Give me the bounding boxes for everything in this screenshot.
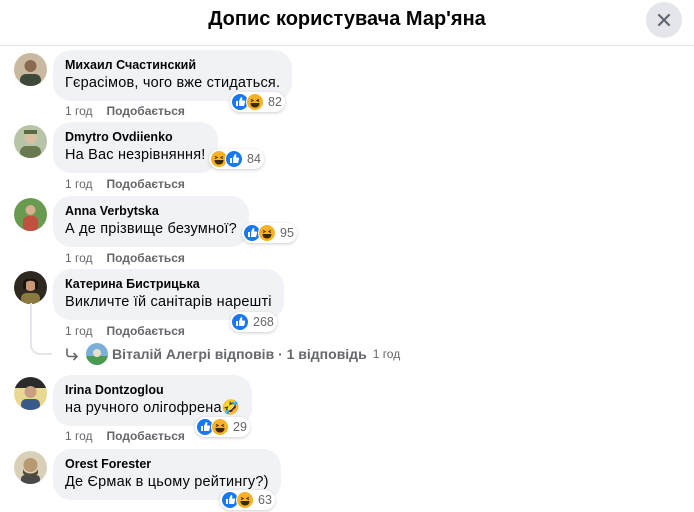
avatar[interactable] bbox=[14, 53, 47, 86]
reaction-summary[interactable]: 84 bbox=[209, 149, 264, 169]
reaction-count: 29 bbox=[233, 420, 247, 434]
avatar[interactable] bbox=[14, 271, 47, 304]
comment-time[interactable]: 1 год bbox=[65, 177, 93, 191]
dialog-header: Допис користувача Мар'яна bbox=[0, 0, 694, 46]
like-link[interactable]: Подобається bbox=[107, 429, 185, 443]
comment-time[interactable]: 1 год bbox=[65, 324, 93, 338]
like-link[interactable]: Подобається bbox=[107, 251, 185, 265]
like-reaction-icon bbox=[231, 313, 249, 331]
like-reaction-icon bbox=[225, 150, 243, 168]
avatar[interactable] bbox=[14, 451, 47, 484]
comment-meta: 1 год Подобається bbox=[65, 250, 185, 266]
comment-author[interactable]: Dmytro Ovdiienko bbox=[65, 129, 206, 145]
reaction-summary[interactable]: 82 bbox=[230, 92, 285, 112]
comment-meta: 1 год Подобається bbox=[65, 428, 185, 444]
comment-author[interactable]: Irina Dontzoglou bbox=[65, 382, 240, 398]
comment-text: Де Єрмак в цьому рейтингу?) bbox=[65, 474, 269, 490]
close-button[interactable] bbox=[646, 2, 682, 38]
replies-time: 1 год bbox=[372, 347, 401, 361]
close-icon bbox=[657, 13, 671, 27]
reaction-summary[interactable]: 29 bbox=[195, 417, 250, 437]
haha-reaction-icon bbox=[236, 491, 254, 509]
reply-arrow-icon bbox=[66, 348, 78, 361]
comment-text: А де прізвище безумної? bbox=[65, 221, 237, 237]
haha-reaction-icon bbox=[258, 224, 276, 242]
comment-meta: 1 год Подобається bbox=[65, 176, 185, 192]
reaction-count: 82 bbox=[268, 95, 282, 109]
comment-author[interactable]: Orest Forester bbox=[65, 456, 269, 472]
reaction-count: 268 bbox=[253, 315, 274, 329]
comment-bubble: Anna Verbytska А де прізвище безумної? bbox=[53, 196, 249, 247]
avatar[interactable] bbox=[14, 377, 47, 410]
comment-text: На Вас незрівняння! bbox=[65, 147, 206, 163]
comment-time[interactable]: 1 год bbox=[65, 251, 93, 265]
reaction-count: 63 bbox=[258, 493, 272, 507]
like-link[interactable]: Подобається bbox=[107, 104, 185, 118]
avatar[interactable] bbox=[14, 125, 47, 158]
reply-avatar bbox=[86, 343, 108, 365]
comment-text: Викличте їй санітарів нарешті bbox=[65, 294, 272, 310]
reaction-summary[interactable]: 268 bbox=[230, 312, 277, 332]
reaction-summary[interactable]: 63 bbox=[220, 490, 275, 510]
replies-summary[interactable]: Віталій Алегрі відповів · 1 відповідь bbox=[112, 346, 367, 362]
dialog-title: Допис користувача Мар'яна bbox=[208, 8, 486, 30]
comment-text: на ручного олігофрена🤣 bbox=[65, 400, 240, 416]
comment-time[interactable]: 1 год bbox=[65, 104, 93, 118]
comment-bubble: Dmytro Ovdiienko На Вас незрівняння! bbox=[53, 122, 218, 173]
haha-reaction-icon bbox=[211, 418, 229, 436]
reaction-count: 95 bbox=[280, 226, 294, 240]
view-replies-link[interactable]: Віталій Алегрі відповів · 1 відповідь 1 … bbox=[64, 343, 400, 365]
haha-reaction-icon bbox=[246, 93, 264, 111]
comment-text: Гєрасімов, чого вже стидаться. bbox=[65, 75, 281, 91]
reaction-count: 84 bbox=[247, 152, 261, 166]
comment-meta: 1 год Подобається bbox=[65, 323, 185, 339]
comment-author[interactable]: Михаил Счастинский bbox=[65, 57, 280, 73]
comment-author[interactable]: Катерина Бистрицька bbox=[65, 276, 272, 292]
like-link[interactable]: Подобається bbox=[107, 177, 185, 191]
like-link[interactable]: Подобається bbox=[107, 324, 185, 338]
reaction-summary[interactable]: 95 bbox=[242, 223, 297, 243]
comment-time[interactable]: 1 год bbox=[65, 429, 93, 443]
avatar[interactable] bbox=[14, 198, 47, 231]
thread-connector bbox=[30, 303, 52, 355]
comment-meta: 1 год Подобається bbox=[65, 103, 185, 119]
comment-author[interactable]: Anna Verbytska bbox=[65, 203, 237, 219]
